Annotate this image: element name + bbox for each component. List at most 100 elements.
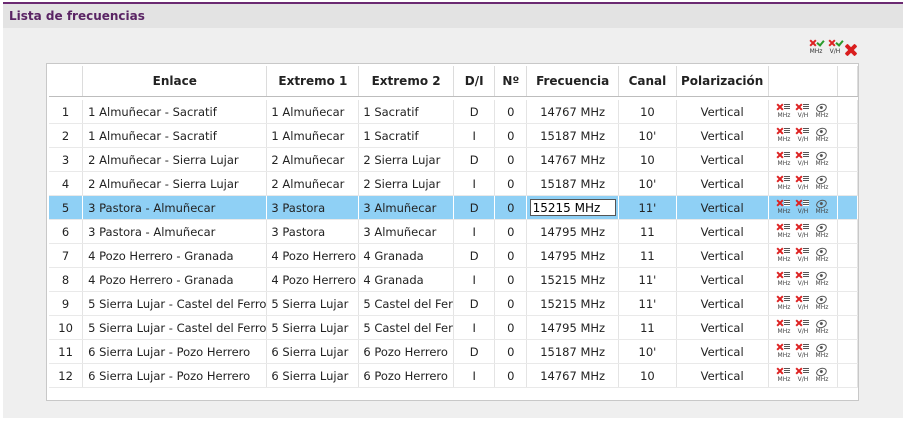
delete-mhz-button[interactable]: MHz (776, 103, 792, 120)
table-row[interactable]: 84 Pozo Herrero - Granada 4 Pozo Herrero 4… (49, 267, 858, 292)
enlace-cell[interactable]: 4 Pozo Herrero - Granada (82, 267, 268, 292)
table-row[interactable]: 21 Almuñecar - Sacratif 1 Almuñecar 1 Sacr… (49, 123, 858, 148)
header-polarizacion[interactable]: Polarización (676, 66, 769, 97)
canal-cell[interactable]: 11 (618, 219, 677, 244)
delete-mhz-button[interactable]: MHz (776, 223, 792, 240)
header-extremo1[interactable]: Extremo 1 (266, 66, 360, 97)
polarizacion-cell[interactable]: Vertical (676, 219, 769, 244)
numero-cell[interactable]: 0 (494, 171, 528, 196)
extremo1-cell[interactable]: 3 Pastora (266, 195, 360, 220)
view-mhz-button[interactable]: MHz (814, 365, 830, 384)
delete-mhz-button[interactable]: MHz (776, 199, 792, 216)
extremo2-cell[interactable]: 1 Sacratif (358, 123, 454, 148)
di-cell[interactable]: I (453, 363, 496, 388)
canal-cell[interactable]: 10 (618, 363, 677, 388)
canal-cell[interactable]: 11 (618, 243, 677, 268)
vh-toggle-button[interactable]: V/H (827, 40, 843, 56)
di-cell[interactable]: I (453, 219, 496, 244)
view-mhz-button[interactable]: MHz (814, 221, 830, 240)
numero-cell[interactable]: 0 (494, 315, 528, 340)
extremo1-cell[interactable]: 2 Almuñecar (266, 171, 360, 196)
frequency-cell[interactable]: 15187 MHz (526, 171, 620, 196)
extremo2-cell[interactable]: 5 Castel del Fer (358, 291, 454, 316)
frequency-cell[interactable]: 15187 MHz (526, 123, 620, 148)
header-di[interactable]: D/I (453, 66, 496, 97)
numero-cell[interactable]: 0 (494, 363, 528, 388)
numero-cell[interactable]: 0 (494, 195, 528, 220)
frequency-cell[interactable]: 14795 MHz (526, 219, 620, 244)
canal-cell[interactable]: 10 (618, 100, 677, 124)
numero-cell[interactable]: 0 (494, 219, 528, 244)
extremo2-cell[interactable]: 6 Pozo Herrero (358, 363, 454, 388)
table-row[interactable]: 12 6 Sierra Lujar - Pozo Herrero 6 Sierra … (49, 363, 858, 388)
table-row[interactable]: 53 Pastora - Almuñecar 3 Pastora 3 Almuñec… (49, 195, 858, 220)
delete-vh-button[interactable]: V/H (795, 295, 811, 312)
di-cell[interactable]: D (453, 339, 496, 364)
header-enlace[interactable]: Enlace (82, 66, 268, 97)
extremo2-cell[interactable]: 3 Almuñecar (358, 195, 454, 220)
delete-vh-button[interactable]: V/H (795, 199, 811, 216)
enlace-cell[interactable]: 2 Almuñecar - Sierra Lujar (82, 171, 268, 196)
polarizacion-cell[interactable]: Vertical (676, 171, 769, 196)
extremo1-cell[interactable]: 5 Sierra Lujar (266, 291, 360, 316)
extremo2-cell[interactable]: 3 Almuñecar (358, 219, 454, 244)
di-cell[interactable]: I (453, 123, 496, 148)
numero-cell[interactable]: 0 (494, 267, 528, 292)
enlace-cell[interactable]: 5 Sierra Lujar - Castel del Ferro (82, 315, 268, 340)
polarizacion-cell[interactable]: Vertical (676, 339, 769, 364)
frequency-cell[interactable]: 14795 MHz (526, 315, 620, 340)
frequency-cell[interactable]: 14767 MHz (526, 100, 620, 124)
canal-cell[interactable]: 10 (618, 147, 677, 172)
enlace-cell[interactable]: 2 Almuñecar - Sierra Lujar (82, 147, 268, 172)
enlace-cell[interactable]: 6 Sierra Lujar - Pozo Herrero (82, 363, 268, 388)
canal-cell[interactable]: 11' (618, 195, 677, 220)
di-cell[interactable]: I (453, 315, 496, 340)
extremo2-cell[interactable]: 1 Sacratif (358, 100, 454, 124)
polarizacion-cell[interactable]: Vertical (676, 363, 769, 388)
extremo1-cell[interactable]: 3 Pastora (266, 219, 360, 244)
table-row[interactable]: 74 Pozo Herrero - Granada 4 Pozo Herrero 4… (49, 243, 858, 268)
extremo1-cell[interactable]: 2 Almuñecar (266, 147, 360, 172)
di-cell[interactable]: I (453, 171, 496, 196)
delete-vh-button[interactable]: V/H (795, 271, 811, 288)
polarizacion-cell[interactable]: Vertical (676, 291, 769, 316)
table-row[interactable]: 32 Almuñecar - Sierra Lujar 2 Almuñecar 2 … (49, 147, 858, 172)
polarizacion-cell[interactable]: Vertical (676, 195, 769, 220)
delete-mhz-button[interactable]: MHz (776, 271, 792, 288)
delete-mhz-button[interactable]: MHz (776, 367, 792, 384)
view-mhz-button[interactable]: MHz (814, 101, 830, 120)
delete-vh-button[interactable]: V/H (795, 367, 811, 384)
table-row[interactable]: 10 5 Sierra Lujar - Castel del Ferro 5 Sie… (49, 315, 858, 340)
extremo1-cell[interactable]: 6 Sierra Lujar (266, 339, 360, 364)
polarizacion-cell[interactable]: Vertical (676, 315, 769, 340)
delete-vh-button[interactable]: V/H (795, 319, 811, 336)
delete-mhz-button[interactable]: MHz (776, 151, 792, 168)
canal-cell[interactable]: 10' (618, 123, 677, 148)
delete-vh-button[interactable]: V/H (795, 247, 811, 264)
enlace-cell[interactable]: 4 Pozo Herrero - Granada (82, 243, 268, 268)
di-cell[interactable]: D (453, 195, 496, 220)
polarizacion-cell[interactable]: Vertical (676, 100, 769, 124)
numero-cell[interactable]: 0 (494, 100, 528, 124)
frequency-cell[interactable] (526, 195, 620, 220)
di-cell[interactable]: D (453, 243, 496, 268)
view-mhz-button[interactable]: MHz (814, 125, 830, 144)
header-extremo2[interactable]: Extremo 2 (358, 66, 454, 97)
extremo2-cell[interactable]: 4 Granada (358, 243, 454, 268)
delete-vh-button[interactable]: V/H (795, 175, 811, 192)
canal-cell[interactable]: 10' (618, 171, 677, 196)
delete-vh-button[interactable]: V/H (795, 343, 811, 360)
di-cell[interactable]: D (453, 100, 496, 124)
di-cell[interactable]: D (453, 291, 496, 316)
numero-cell[interactable]: 0 (494, 147, 528, 172)
delete-mhz-button[interactable]: MHz (776, 295, 792, 312)
delete-mhz-button[interactable]: MHz (776, 247, 792, 264)
delete-vh-button[interactable]: V/H (795, 223, 811, 240)
delete-mhz-button[interactable]: MHz (776, 175, 792, 192)
delete-all-icon[interactable] (845, 44, 857, 56)
view-mhz-button[interactable]: MHz (814, 173, 830, 192)
canal-cell[interactable]: 10' (618, 339, 677, 364)
extremo1-cell[interactable]: 1 Almuñecar (266, 123, 360, 148)
enlace-cell[interactable]: 1 Almuñecar - Sacratif (82, 123, 268, 148)
polarizacion-cell[interactable]: Vertical (676, 147, 769, 172)
